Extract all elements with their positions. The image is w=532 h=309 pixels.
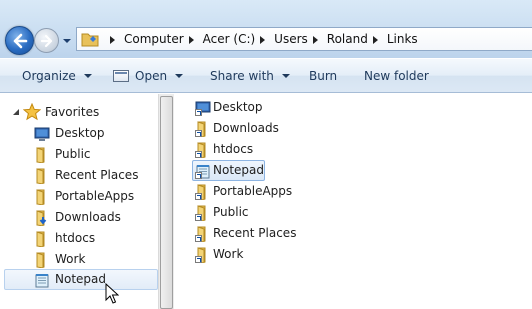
- burn-label: Burn: [309, 69, 338, 83]
- mouse-cursor-icon: [105, 283, 119, 304]
- file-item-desktop[interactable]: Desktop: [192, 97, 263, 118]
- chevron-right-icon[interactable]: [371, 34, 380, 44]
- recent-pages-dropdown-icon[interactable]: [62, 37, 72, 45]
- open-label: Open: [135, 69, 168, 83]
- folder-shortcut-icon: [195, 184, 211, 201]
- folder-icon: [36, 189, 45, 205]
- scrollbar-thumb[interactable]: [160, 96, 173, 309]
- sidebar-item-label: PortableApps: [55, 189, 135, 203]
- open-button[interactable]: Open: [113, 69, 184, 83]
- breadcrumb-links[interactable]: Links: [387, 32, 418, 46]
- chevron-right-icon[interactable]: [187, 34, 196, 44]
- file-item-label: Work: [213, 247, 244, 261]
- star-icon: [23, 103, 41, 121]
- file-list: Desktop Downloads htdocs Notepad Portabl…: [175, 94, 532, 309]
- navigation-pane: Favorites Desktop Public Recent Places P…: [0, 94, 158, 309]
- new-folder-button[interactable]: New folder: [364, 69, 429, 83]
- notepad-icon: [35, 274, 49, 288]
- sidebar-item-label: Recent Places: [55, 168, 139, 182]
- sidebar-item-public[interactable]: Public: [0, 144, 158, 165]
- folder-icon: [36, 147, 45, 163]
- sidebar-item-downloads[interactable]: Downloads: [0, 207, 158, 228]
- chevron-right-icon[interactable]: [311, 34, 320, 44]
- sidebar-item-desktop[interactable]: Desktop: [0, 123, 158, 144]
- organize-label: Organize: [22, 69, 76, 83]
- sidebar-item-label: htdocs: [55, 231, 96, 245]
- chevron-down-icon: [83, 74, 92, 78]
- file-item-downloads[interactable]: Downloads: [192, 118, 282, 139]
- sidebar-item-notepad[interactable]: Notepad: [4, 269, 158, 290]
- folder-shortcut-icon: [195, 142, 211, 159]
- file-item-recent-places[interactable]: Recent Places: [192, 223, 296, 244]
- file-item-label: PortableApps: [213, 184, 293, 198]
- sidebar-item-work[interactable]: Work: [0, 249, 158, 270]
- file-item-htdocs[interactable]: htdocs: [192, 139, 262, 160]
- back-arrow-icon: [13, 33, 28, 49]
- folder-shortcut-icon: [195, 121, 211, 138]
- collapse-triangle-icon[interactable]: [13, 109, 19, 115]
- desktop-icon: [34, 127, 50, 141]
- address-bar-row: Computer Acer (C:) Users Roland Links: [0, 0, 532, 58]
- folder-icon: [36, 168, 45, 184]
- favorites-label: Favorites: [45, 105, 100, 119]
- sidebar-item-label: Public: [55, 147, 91, 161]
- computer-folder-icon: [81, 31, 99, 47]
- file-item-label: Public: [213, 205, 249, 219]
- burn-button[interactable]: Burn: [309, 69, 337, 83]
- back-button[interactable]: [5, 26, 34, 55]
- sidebar-item-label: Notepad: [55, 272, 106, 286]
- folder-shortcut-icon: [195, 205, 211, 222]
- sidebar-item-label: Desktop: [55, 126, 105, 140]
- breadcrumb-computer[interactable]: Computer: [124, 32, 184, 46]
- new-folder-label: New folder: [364, 69, 429, 83]
- folder-shortcut-icon: [195, 247, 211, 264]
- sidebar-item-portableapps[interactable]: PortableApps: [0, 186, 158, 207]
- sidebar-item-recent-places[interactable]: Recent Places: [0, 165, 158, 186]
- file-item-notepad[interactable]: Notepad: [192, 160, 265, 181]
- forward-arrow-icon: [40, 34, 53, 48]
- chevron-right-icon[interactable]: [108, 34, 117, 44]
- file-item-label: Notepad: [213, 163, 264, 177]
- file-item-label: Downloads: [213, 121, 279, 135]
- breadcrumb-acer-drive[interactable]: Acer (C:): [203, 32, 256, 46]
- folder-icon: [36, 252, 45, 268]
- address-box[interactable]: Computer Acer (C:) Users Roland Links: [76, 27, 532, 51]
- breadcrumb-users[interactable]: Users: [274, 32, 308, 46]
- open-icon: [113, 70, 129, 82]
- share-with-label: Share with: [210, 69, 274, 83]
- chevron-down-icon: [175, 74, 184, 78]
- share-with-button[interactable]: Share with: [210, 69, 290, 83]
- sidebar-item-htdocs[interactable]: htdocs: [0, 228, 158, 249]
- sidebar-item-label: Work: [55, 252, 86, 266]
- breadcrumb-roland[interactable]: Roland: [327, 32, 368, 46]
- chevron-down-icon: [281, 74, 290, 78]
- sidebar-item-label: Downloads: [55, 210, 121, 224]
- downloads-folder-icon: [36, 210, 47, 226]
- organize-button[interactable]: Organize: [22, 69, 92, 83]
- favorites-header[interactable]: Favorites: [0, 102, 158, 123]
- folder-shortcut-icon: [195, 226, 211, 243]
- folder-icon: [36, 231, 45, 247]
- command-bar: Organize Open Share with Burn New folder: [0, 58, 532, 93]
- file-item-work[interactable]: Work: [192, 244, 247, 265]
- forward-button[interactable]: [34, 28, 59, 53]
- chevron-right-icon[interactable]: [258, 34, 267, 44]
- file-item-label: htdocs: [213, 142, 254, 156]
- file-item-label: Recent Places: [213, 226, 297, 240]
- file-item-public[interactable]: Public: [192, 202, 252, 223]
- file-item-label: Desktop: [213, 100, 263, 114]
- notepad-shortcut-icon: [195, 163, 211, 179]
- desktop-shortcut-icon: [195, 100, 211, 116]
- file-item-portableapps[interactable]: PortableApps: [192, 181, 292, 202]
- navigation-scrollbar[interactable]: [158, 94, 174, 309]
